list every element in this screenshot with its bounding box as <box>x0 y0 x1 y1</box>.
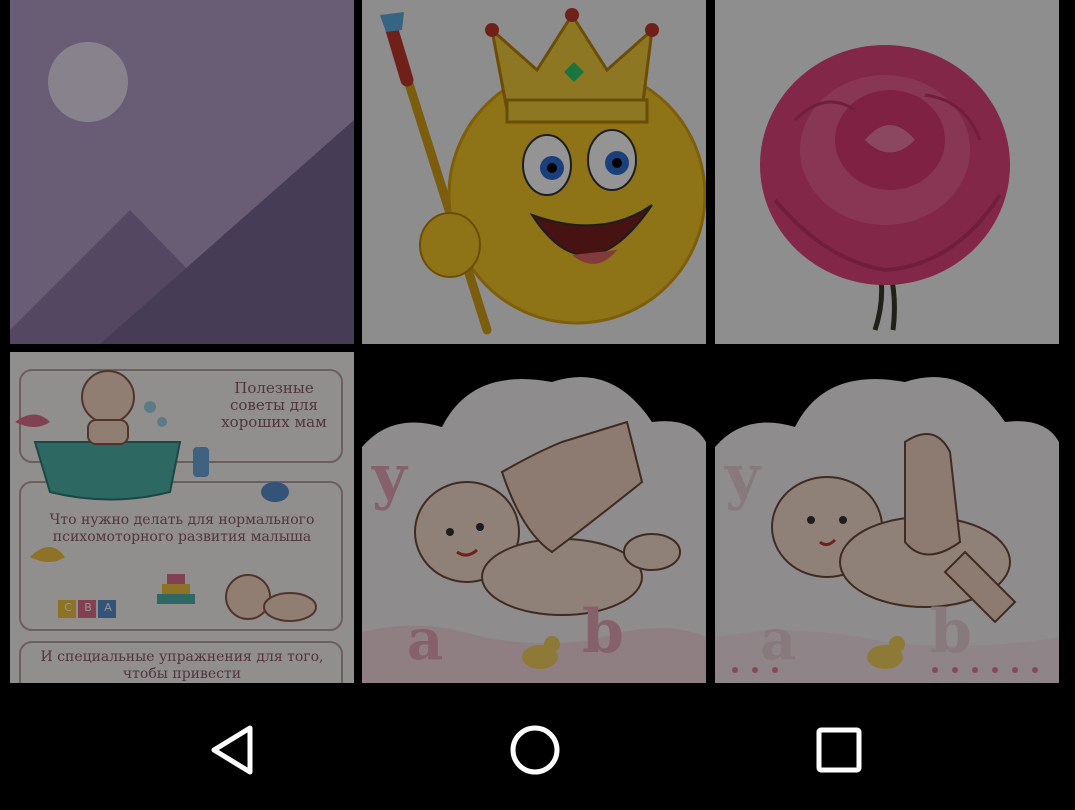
baby-massage-image-1[interactable]: y a b <box>362 352 706 683</box>
back-button[interactable] <box>187 712 277 788</box>
baby-tips-card-image[interactable]: Полезные советы для хороших мам Что нужн… <box>10 352 354 683</box>
letter-y: y <box>372 442 407 512</box>
block-a: A <box>104 601 112 614</box>
block-c: C <box>64 601 72 614</box>
baby-massage-image-2[interactable]: y a b <box>715 352 1059 683</box>
letter-a: a <box>760 607 797 673</box>
king-smiley-image[interactable] <box>362 0 706 344</box>
card-bottom-text: И специальные упражнения для того, чтобы… <box>40 649 324 682</box>
navigation-bar <box>0 690 1075 810</box>
card-heading: Полезные советы для хороших мам <box>221 379 327 431</box>
card-middle-text: Что нужно делать для нормального психомо… <box>49 512 315 545</box>
home-icon <box>510 725 560 775</box>
recents-button[interactable] <box>794 712 884 788</box>
home-button[interactable] <box>490 712 580 788</box>
letter-b: b <box>582 597 624 667</box>
recents-icon <box>816 727 862 773</box>
pink-rose-image[interactable] <box>715 0 1059 344</box>
letter-b: b <box>930 597 972 667</box>
back-icon <box>211 725 253 775</box>
letter-y: y <box>725 442 760 512</box>
placeholder-image[interactable] <box>10 0 354 344</box>
image-grid: Полезные советы для хороших мам Что нужн… <box>0 0 1075 690</box>
toy-blocks: C B A <box>58 601 118 614</box>
block-b: B <box>84 601 92 614</box>
letter-a: a <box>407 607 444 673</box>
